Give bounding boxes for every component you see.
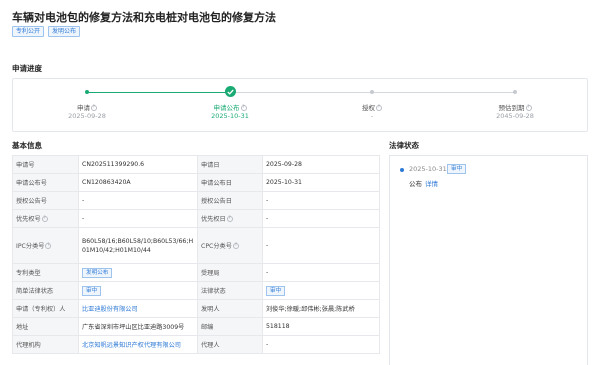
tag-type: 发明公布 <box>48 26 81 37</box>
basic-info-table: 申请号 CN202511399290.6 申请日 2025-09-28 申请公布… <box>12 155 380 354</box>
step-date: 2025-09-28 <box>68 112 106 120</box>
field-label: 授权公告号 <box>12 191 79 210</box>
table-row: 代理机构 北京知帆远景知识产权代理有限公司 代理人 - <box>12 335 380 354</box>
step-dot <box>513 90 517 94</box>
step-label: 授权? <box>362 104 382 112</box>
table-row: IPC分类号? B60L58/16;B60L58/10;B60L53/66;H0… <box>12 227 380 264</box>
help-icon[interactable]: ? <box>91 105 97 111</box>
help-icon[interactable]: ? <box>226 216 233 222</box>
legal-status-text: 公布 <box>409 180 422 188</box>
help-icon[interactable]: ? <box>376 105 382 111</box>
basic-info-section-title: 基本信息 <box>12 141 42 150</box>
patent-title: 车辆对电池包的修复方法和充电桩对电池包的修复方法 <box>12 11 276 24</box>
field-value: 刘俊华;徐暖;邱伟彬;张晨;陈武桥 <box>262 299 380 318</box>
tag-publication: 专利公开 <box>12 26 45 37</box>
table-row: 授权公告号 - 授权公告日 - <box>12 191 380 210</box>
field-value: - <box>262 191 380 210</box>
field-value: - <box>262 263 380 282</box>
field-value: 2025-10-31 <box>262 173 380 192</box>
table-row: 申请公布号 CN120863420A 申请公布日 2025-10-31 <box>12 173 380 192</box>
legal-status-entry: 公布 详情 <box>409 178 438 188</box>
field-value: 审中 <box>78 281 198 300</box>
field-label: 申请公布日 <box>197 173 263 192</box>
field-label: 申请日 <box>197 155 263 174</box>
field-value: - <box>262 227 380 264</box>
table-row: 申请号 CN202511399290.6 申请日 2025-09-28 <box>12 155 380 174</box>
legal-status-section-title: 法律状态 <box>389 141 419 150</box>
field-value: 518118 <box>262 317 380 336</box>
step-label: 申请公布? <box>213 104 247 112</box>
applicant-link[interactable]: 比亚迪股份有限公司 <box>82 306 138 313</box>
field-label: 邮编 <box>197 317 263 336</box>
help-icon[interactable]: ? <box>45 243 52 249</box>
step-dot <box>370 90 374 94</box>
field-label: IPC分类号? <box>12 227 79 264</box>
help-icon[interactable]: ? <box>41 216 48 222</box>
field-value: 广东省深圳市坪山区比亚迪路3009号 <box>78 317 198 336</box>
field-label: CPC分类号? <box>197 227 263 264</box>
field-label: 简单法律状态 <box>12 281 79 300</box>
help-icon[interactable]: ? <box>232 243 239 249</box>
step-date: - <box>370 112 374 120</box>
field-value: CN202511399290.6 <box>78 155 198 174</box>
table-row: 专利类型 发明公布 受理局 - <box>12 263 380 282</box>
table-row: 地址 广东省深圳市坪山区比亚迪路3009号 邮编 518118 <box>12 317 380 336</box>
field-label: 专利类型 <box>12 263 79 282</box>
field-label: 发明人 <box>197 299 263 318</box>
field-label: 代理人 <box>197 335 263 354</box>
step-label: 申请? <box>77 104 97 112</box>
step-date: 2045-09-28 <box>496 112 534 120</box>
ipc-value: B60L58/16;B60L58/10;B60L53/66;H01M10/42;… <box>78 227 198 264</box>
progress-line-done <box>87 92 230 93</box>
field-value: - <box>78 191 198 210</box>
field-value: 审中 <box>262 281 380 300</box>
progress-section-title: 申请进度 <box>12 64 42 73</box>
field-label: 申请公布号 <box>12 173 79 192</box>
field-label: 代理机构 <box>12 335 79 354</box>
help-icon[interactable]: ? <box>240 105 247 111</box>
details-link[interactable]: 详情 <box>425 180 438 188</box>
field-label: 受理局 <box>197 263 263 282</box>
field-value: CN120863420A <box>78 173 198 192</box>
status-badge: 审中 <box>447 164 467 174</box>
timeline-dot <box>400 168 404 172</box>
field-label: 法律状态 <box>197 281 263 300</box>
field-value: - <box>262 209 380 228</box>
field-label: 优先权号? <box>12 209 79 228</box>
legal-status-date: 2025-10-31 <box>409 165 447 173</box>
field-value: - <box>262 335 380 354</box>
patent-tags: 专利公开 发明公布 <box>12 26 81 37</box>
table-row: 申请（专利权）人 比亚迪股份有限公司 发明人 刘俊华;徐暖;邱伟彬;张晨;陈武桥 <box>12 299 380 318</box>
field-label: 优先权日? <box>197 209 263 228</box>
table-row: 简单法律状态 审中 法律状态 审中 <box>12 281 380 300</box>
agency-link[interactable]: 北京知帆远景知识产权代理有限公司 <box>82 342 181 349</box>
field-label: 授权公告日 <box>197 191 263 210</box>
step-dot <box>85 90 89 94</box>
patent-type-badge: 发明公布 <box>82 267 113 278</box>
field-value: 比亚迪股份有限公司 <box>78 299 198 318</box>
field-label: 申请（专利权）人 <box>12 299 79 318</box>
help-icon[interactable]: ? <box>525 105 532 111</box>
field-value: 发明公布 <box>78 263 198 282</box>
check-circle-icon <box>225 86 236 97</box>
step-date: 2025-10-31 <box>211 112 249 120</box>
legal-status-panel: 2025-10-31 审中 公布 详情 <box>389 155 588 365</box>
status-badge: 审中 <box>266 285 286 296</box>
field-value: 北京知帆远景知识产权代理有限公司 <box>78 335 198 354</box>
progress-panel: 申请? 2025-09-28 申请公布? 2025-10-31 授权? - 预估… <box>12 78 588 132</box>
field-value: - <box>78 209 198 228</box>
step-label: 预估到期? <box>498 104 532 112</box>
field-label: 地址 <box>12 317 79 336</box>
field-label: 申请号 <box>12 155 79 174</box>
table-row: 优先权号? - 优先权日? - <box>12 209 380 228</box>
field-value: 2025-09-28 <box>262 155 380 174</box>
status-badge: 审中 <box>82 285 102 296</box>
